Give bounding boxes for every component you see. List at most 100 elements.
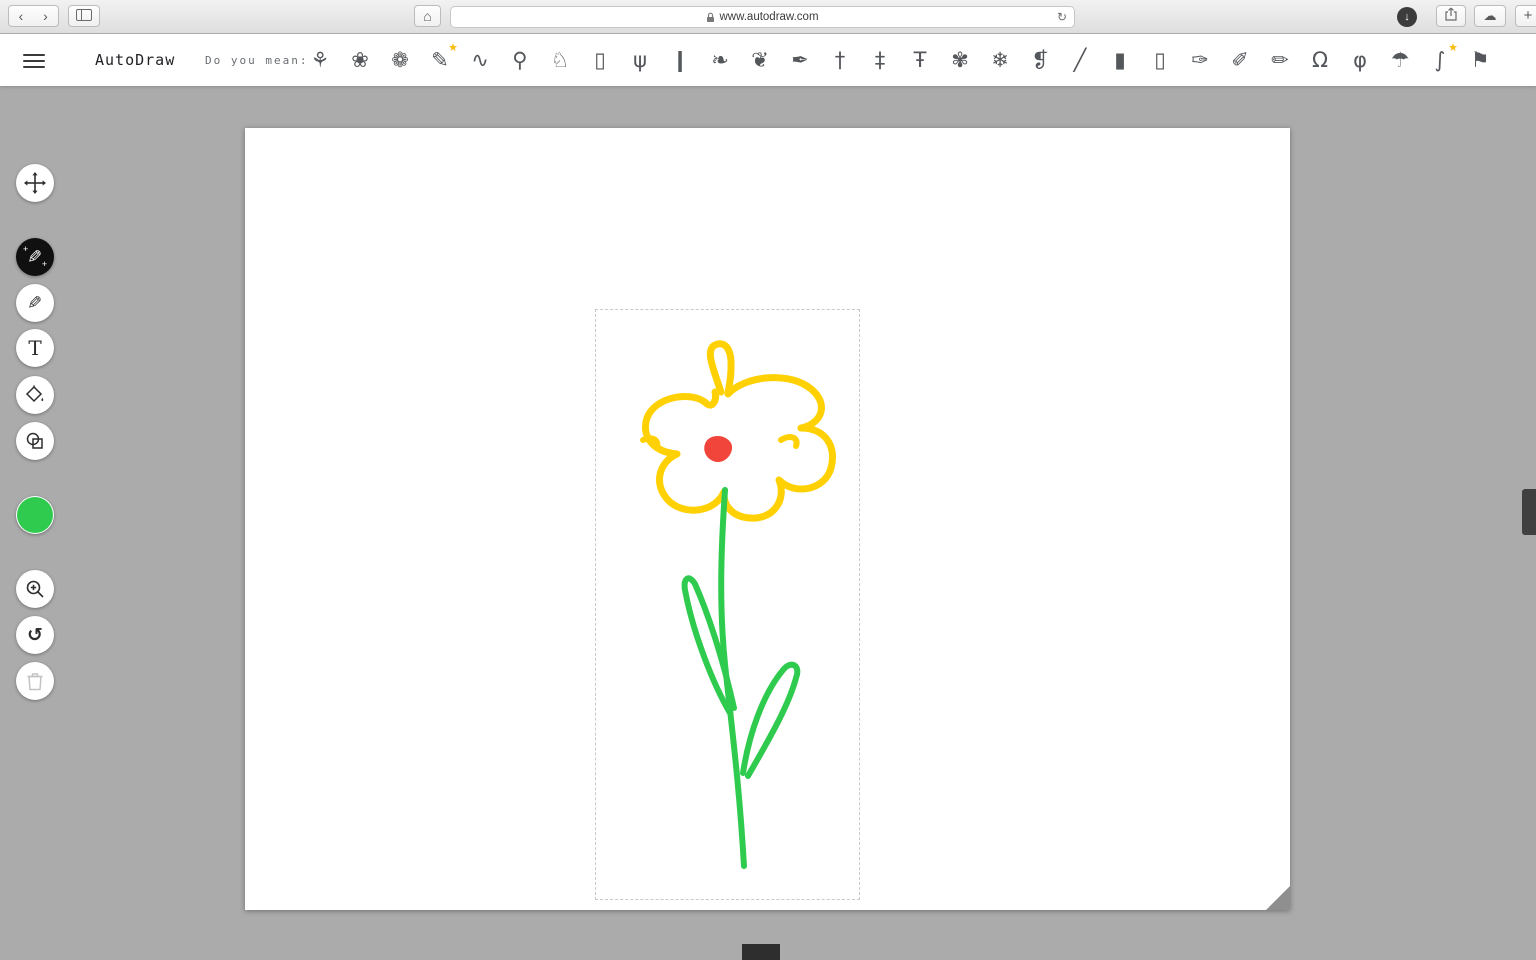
suggestion-fountain-pen[interactable]: ✏ — [1267, 42, 1293, 78]
browser-forward-button[interactable]: › — [33, 5, 59, 27]
flower-center-path — [704, 436, 732, 462]
type-tool-button[interactable]: T — [16, 329, 54, 367]
suggestion-parachute[interactable]: ☂ — [1387, 42, 1413, 78]
url-bar[interactable]: www.autodraw.com ↻ — [450, 6, 1075, 28]
torch-icon: Ŧ — [914, 48, 927, 72]
drawing-canvas[interactable] — [245, 128, 1290, 910]
suggestion-bird[interactable]: ♘ — [547, 42, 573, 78]
suggestion-candle[interactable]: ▯ — [587, 42, 613, 78]
share-button[interactable] — [1436, 5, 1466, 27]
feather-upright-icon: ❡ — [1031, 48, 1049, 72]
suggestion-torch[interactable]: Ŧ — [907, 42, 933, 78]
suggestion-balloon[interactable]: φ — [1347, 42, 1373, 78]
delete-button[interactable] — [16, 662, 54, 700]
suggestion-dropper[interactable]: † — [827, 42, 853, 78]
autodraw-tool-button[interactable]: ✎ + + — [16, 238, 54, 276]
suggestion-flag[interactable]: ⚑ — [1467, 42, 1493, 78]
suggestion-flower[interactable]: ⚘ — [307, 42, 333, 78]
suggestion-pipette[interactable]: ‡ — [867, 42, 893, 78]
parachute-icon: ☂ — [1391, 48, 1410, 72]
hot-air-balloon-icon: Ω — [1312, 48, 1328, 72]
pencil-icon: ✎ — [27, 293, 42, 314]
select-tool-button[interactable] — [16, 164, 54, 202]
move-icon — [24, 172, 46, 194]
browser-back-button[interactable]: ‹ — [8, 5, 34, 27]
quill-icon: ✒ — [791, 48, 809, 72]
flag-icon: ⚑ — [1471, 48, 1490, 72]
new-tab-button[interactable]: + — [1515, 5, 1536, 27]
leaf-outline-icon: ✾ — [951, 48, 969, 72]
suggestion-ribbon[interactable]: ∫★ — [1427, 42, 1453, 78]
downloads-button[interactable]: ↓ — [1397, 7, 1417, 27]
sparkle-icon: + — [42, 260, 47, 269]
snowflake-icon: ❄ — [991, 48, 1009, 72]
cloud-icon: ☁ — [1484, 6, 1497, 26]
shapes-icon — [24, 430, 46, 452]
suggestion-plant[interactable]: ∿ — [467, 42, 493, 78]
zoom-tool-button[interactable] — [16, 570, 54, 608]
suggestion-line[interactable]: ╱ — [1067, 42, 1093, 78]
menu-button[interactable] — [21, 48, 49, 72]
chrysanthemum-icon: ❁ — [391, 48, 409, 72]
undo-button[interactable]: ↺ — [16, 616, 54, 654]
pen-icon: ✑ — [1191, 48, 1209, 72]
browser-chrome: ‹ › ⌂ www.autodraw.com ↻ ↓ ☁ + — [0, 0, 1536, 34]
flower-petals-path — [645, 344, 832, 518]
suggestion-candlestick[interactable]: ψ — [627, 42, 653, 78]
suggestion-pencil-diagonal[interactable]: ✐ — [1227, 42, 1253, 78]
selected-color-swatch — [16, 496, 54, 534]
type-icon: T — [28, 336, 41, 360]
zoom-in-icon — [24, 578, 46, 600]
suggestion-lamp[interactable]: ⚲ — [507, 42, 533, 78]
suggestion-feather[interactable]: ❧ — [707, 42, 733, 78]
marker-icon: ▮ — [1114, 48, 1126, 72]
horizontal-scrollbar-handle[interactable] — [742, 944, 780, 960]
icloud-tabs-button[interactable]: ☁ — [1474, 5, 1506, 27]
download-icon: ↓ — [1404, 7, 1410, 27]
fountain-pen-icon: ✏ — [1271, 48, 1289, 72]
star-icon: ★ — [1448, 42, 1458, 53]
browser-home-button[interactable]: ⌂ — [414, 5, 441, 27]
feather-icon: ❧ — [711, 48, 729, 72]
right-leaf-path — [743, 665, 797, 776]
back-icon: ‹ — [19, 6, 24, 26]
suggestion-chrysanthemum[interactable]: ❁ — [387, 42, 413, 78]
candle-icon: ▯ — [594, 48, 606, 72]
paint-bucket-icon — [24, 384, 46, 406]
suggestions-row: ⚘ ❀ ❁ ✎★ ∿ ⚲ ♘ ▯ ψ ❙ ❧ ❦ ✒ † ‡ Ŧ ✾ ❄ ❡ ╱ ▮ ▯ ✑ ✐ ✏ Ωφ ☂ ∫★ ⚑ — [307, 34, 1536, 86]
color-picker-button[interactable] — [16, 496, 54, 534]
flower-curl-right-path — [781, 437, 797, 446]
share-icon — [1445, 6, 1457, 26]
suggestion-leaf-outline[interactable]: ✾ — [947, 42, 973, 78]
candlestick-icon: ψ — [633, 48, 647, 72]
flower-drawing — [245, 128, 1290, 910]
daisy-icon: ❀ — [351, 48, 369, 72]
app-toolbar: AutoDraw Do you mean: ⚘ ❀ ❁ ✎★ ∿ ⚲ ♘ ▯ ψ ❙ ❧ ❦ ✒ † ‡ Ŧ ✾… — [0, 34, 1536, 86]
do-you-mean-label: Do you mean: — [205, 34, 308, 86]
refresh-icon[interactable]: ↻ — [1057, 10, 1067, 24]
suggestion-daisy[interactable]: ❀ — [347, 42, 373, 78]
suggestion-hot-air-balloon[interactable]: Ω — [1307, 42, 1333, 78]
suggestion-pen[interactable]: ✑ — [1187, 42, 1213, 78]
suggestion-snowflake[interactable]: ❄ — [987, 42, 1013, 78]
lock-icon — [706, 12, 715, 23]
suggestion-pencil[interactable]: ✎★ — [427, 42, 453, 78]
crayon-icon: ▯ — [1154, 48, 1166, 72]
balloon-icon: φ — [1353, 48, 1367, 72]
candle-small-icon: ❙ — [671, 48, 689, 72]
draw-tool-button[interactable]: ✎ — [16, 284, 54, 322]
suggestion-candle-small[interactable]: ❙ — [667, 42, 693, 78]
fill-tool-button[interactable] — [16, 376, 54, 414]
page-title: AutoDraw — [95, 34, 175, 86]
browser-sidebar-button[interactable] — [68, 5, 100, 27]
suggestion-leaf[interactable]: ❦ — [747, 42, 773, 78]
suggestion-quill[interactable]: ✒ — [787, 42, 813, 78]
vertical-scrollbar-handle[interactable] — [1522, 489, 1536, 535]
suggestion-crayon[interactable]: ▯ — [1147, 42, 1173, 78]
star-icon: ★ — [448, 42, 458, 53]
suggestion-marker[interactable]: ▮ — [1107, 42, 1133, 78]
shapes-tool-button[interactable] — [16, 422, 54, 460]
dropper-icon: † — [835, 48, 846, 72]
suggestion-feather-upright[interactable]: ❡ — [1027, 42, 1053, 78]
undo-icon: ↺ — [27, 624, 43, 646]
